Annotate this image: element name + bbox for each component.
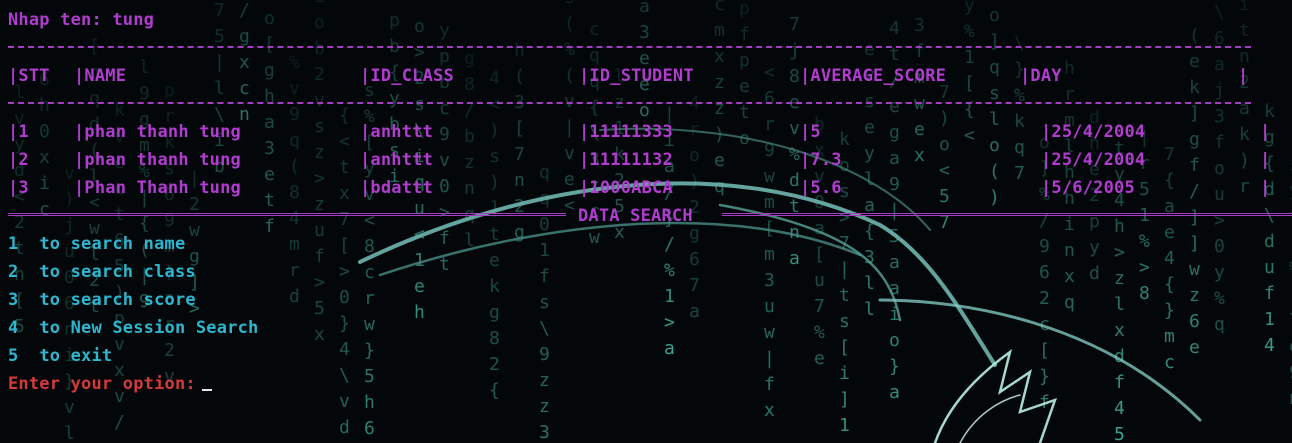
header-day: |DAY [1020,66,1062,86]
option-prompt: Enter your option: [8,374,196,394]
header-stt: |STT [8,66,50,86]
cell-average-score: |5.6 [800,178,842,198]
cell-day: |5/6/2005 [1041,178,1135,198]
option-input-line[interactable]: Enter your option: [8,370,212,398]
header-average-score: |AVERAGE_SCORE [800,66,947,86]
banner-rule-left [8,213,566,216]
menu-item-search-score: 3 to search score [8,286,196,314]
cell-day: |25/4/2004 [1041,150,1146,170]
terminal-output: Nhap ten: tung |STT |NAME |ID_CLASS |ID_… [0,0,1292,443]
menu-item-search-class: 2 to search class [8,258,196,286]
menu-item-search-name: 1 to search name [8,230,185,258]
cell-end: | [1260,122,1271,142]
banner-rule-right [722,213,1292,216]
name-prompt: Nhap ten: tung [8,10,155,30]
cell-stt: |3 [8,178,29,198]
menu-item-number: 1 [8,234,19,254]
cell-id-student: |11111132 [579,150,673,170]
cell-name: |phan thanh tung [74,150,241,170]
cell-name: |Phan Thanh tung [74,178,241,198]
cell-average-score: |7.3 [800,150,842,170]
header-id-class: |ID_CLASS [360,66,454,86]
menu-item-number: 5 [8,346,19,366]
header-id-student: |ID_STUDENT [579,66,694,86]
cell-end: | [1260,150,1271,170]
cell-average-score: |5 [800,122,821,142]
table-separator-header [8,102,1251,104]
text-cursor[interactable] [201,373,212,391]
menu-item-number: 2 [8,262,19,282]
cell-stt: |1 [8,122,29,142]
cell-id-class: |anhttt [360,122,434,142]
cell-id-student: |1000ABCA [579,178,673,198]
cell-stt: |2 [8,150,29,170]
header-name: |NAME [74,66,127,86]
menu-item-number: 4 [8,318,19,338]
cell-id-class: |bdattt [360,178,434,198]
menu-item-label: to search class [39,262,196,282]
cell-id-student: |11111333 [579,122,673,142]
menu-item-label: to search name [39,234,186,254]
cell-id-class: |anhttt [360,150,434,170]
cell-end: | [1260,178,1271,198]
cell-name: |phan thanh tung [74,122,241,142]
search-banner-title: DATA SEARCH [578,206,693,226]
cell-day: |25/4/2004 [1041,122,1146,142]
menu-item-exit: 5 to exit [8,342,112,370]
menu-item-number: 3 [8,290,19,310]
menu-item-label: to search score [39,290,196,310]
menu-item-label: to New Session Search [39,318,259,338]
menu-item-new-session: 4 to New Session Search [8,314,258,342]
menu-item-label: to exit [39,346,113,366]
table-separator-top [8,46,1251,48]
header-end: | [1238,66,1249,86]
